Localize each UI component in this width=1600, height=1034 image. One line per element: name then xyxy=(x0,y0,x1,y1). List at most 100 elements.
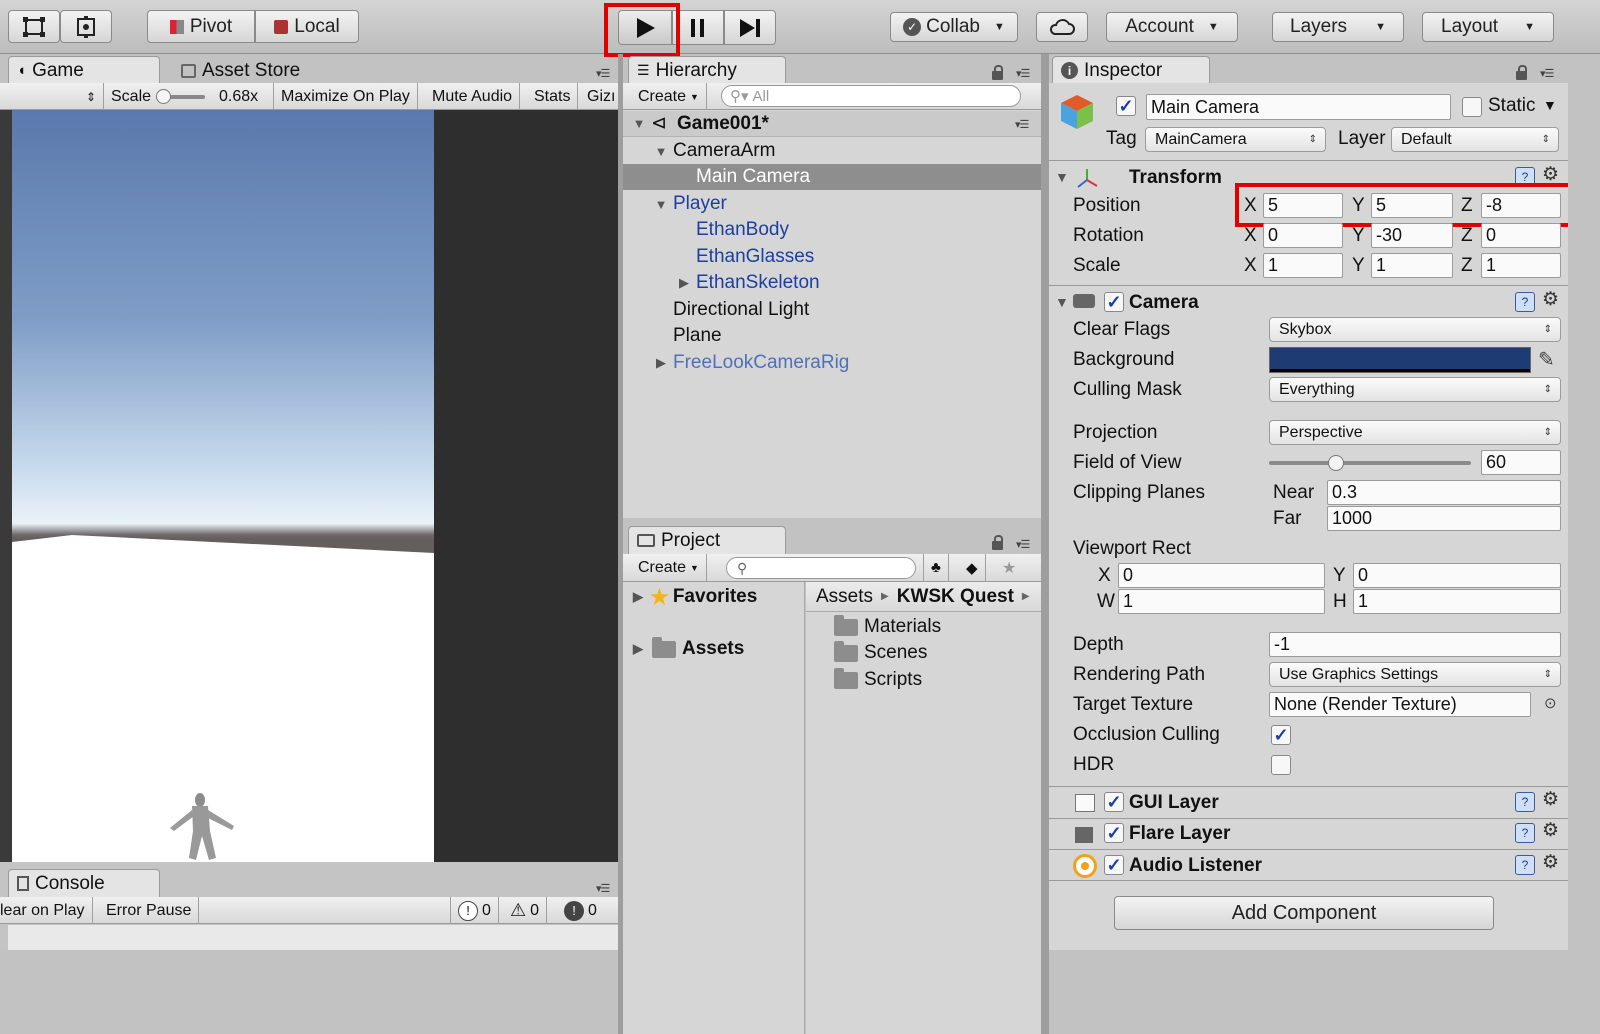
panel-menu-icon[interactable]: ▾☰ xyxy=(596,67,610,80)
audio-listener-header[interactable]: ✓ Audio Listener ? ⚙ xyxy=(1049,851,1568,881)
folder-item-scenes[interactable]: Scenes xyxy=(834,640,1034,666)
panel-menu-icon[interactable]: ▾☰ xyxy=(1016,67,1030,80)
rotation-z-field[interactable]: 0 xyxy=(1481,223,1561,248)
hierarchy-search-input[interactable]: ⚲▾ All xyxy=(721,85,1021,107)
stats-toggle[interactable]: Stats xyxy=(527,83,579,110)
scene-menu-icon[interactable]: ▾☰ xyxy=(1015,118,1029,131)
scale-slider[interactable] xyxy=(156,88,206,104)
filter-by-label-button[interactable]: ◆ xyxy=(959,554,986,581)
gear-icon[interactable]: ⚙ xyxy=(1542,788,1559,811)
add-component-button[interactable]: Add Component xyxy=(1114,896,1494,930)
folder-item-materials[interactable]: Materials xyxy=(834,614,1034,640)
scale-slider-group[interactable]: Scale 0.68x xyxy=(104,83,274,110)
expand-triangle-icon[interactable]: ▼ xyxy=(631,116,647,131)
viewport-w-field[interactable]: 1 xyxy=(1118,589,1325,614)
project-assets-row[interactable]: ▶ Assets xyxy=(630,636,800,662)
expand-triangle-icon[interactable]: ▶ xyxy=(653,355,669,371)
gear-icon[interactable]: ⚙ xyxy=(1542,819,1559,842)
fov-slider-track[interactable] xyxy=(1269,461,1471,465)
scale-z-field[interactable]: 1 xyxy=(1481,253,1561,278)
background-color-field[interactable] xyxy=(1269,347,1531,373)
gear-icon[interactable]: ⚙ xyxy=(1542,851,1559,874)
tab-console[interactable]: Console xyxy=(8,869,160,897)
static-checkbox[interactable] xyxy=(1462,97,1482,117)
help-icon[interactable]: ? xyxy=(1515,855,1535,875)
gizmos-toggle[interactable]: Gizı xyxy=(580,83,622,110)
step-button[interactable] xyxy=(724,10,776,45)
pivot-button[interactable]: Pivot xyxy=(147,10,255,43)
hierarchy-item-ethanglasses[interactable]: EthanGlasses xyxy=(623,244,1041,270)
local-button[interactable]: Local xyxy=(255,10,359,43)
help-icon[interactable]: ? xyxy=(1515,823,1535,843)
favorites-star-button[interactable]: ★ xyxy=(995,554,1023,581)
projection-dropdown[interactable]: Perspective ⇕ xyxy=(1269,420,1561,445)
expand-triangle-icon[interactable]: ▼ xyxy=(653,144,669,159)
hierarchy-create-dropdown[interactable]: Create ▼ xyxy=(631,83,707,110)
collapse-triangle-icon[interactable]: ▼ xyxy=(1055,169,1069,185)
fov-field[interactable]: 60 xyxy=(1481,450,1561,475)
viewport-y-field[interactable]: 0 xyxy=(1353,563,1561,588)
scene-row[interactable]: ▼ ⊲ Game001* ▾☰ xyxy=(623,111,1041,137)
gear-icon[interactable]: ⚙ xyxy=(1542,288,1559,311)
hierarchy-item-plane[interactable]: Plane xyxy=(623,323,1041,349)
breadcrumb-current[interactable]: KWSK Quest xyxy=(897,586,1014,608)
hierarchy-item-player[interactable]: ▼ Player xyxy=(623,191,1041,217)
culling-mask-dropdown[interactable]: Everything ⇕ xyxy=(1269,377,1561,402)
tab-project[interactable]: Project xyxy=(628,526,786,554)
panel-menu-icon[interactable]: ▾☰ xyxy=(1016,538,1030,551)
scale-y-field[interactable]: 1 xyxy=(1371,253,1453,278)
panel-menu-icon[interactable]: ▾☰ xyxy=(596,882,610,895)
viewport-h-field[interactable]: 1 xyxy=(1353,589,1561,614)
camera-header[interactable]: ▼ ✓ Camera ? ⚙ xyxy=(1049,288,1568,318)
folder-item-scripts[interactable]: Scripts xyxy=(834,667,1034,693)
rotation-y-field[interactable]: -30 xyxy=(1371,223,1453,248)
account-dropdown[interactable]: Account ▼ xyxy=(1106,12,1238,42)
hierarchy-item-ethanskeleton[interactable]: ▶ EthanSkeleton xyxy=(623,270,1041,296)
expand-triangle-icon[interactable]: ▼ xyxy=(653,197,669,212)
gameobject-name-field[interactable]: Main Camera xyxy=(1146,94,1451,120)
gameobject-active-checkbox[interactable]: ✓ xyxy=(1116,96,1136,116)
occlusion-culling-checkbox[interactable]: ✓ xyxy=(1271,725,1291,745)
panel-divider[interactable] xyxy=(1041,54,1049,1034)
mute-audio-toggle[interactable]: Mute Audio xyxy=(425,83,521,110)
maximize-on-play-toggle[interactable]: Maximize On Play xyxy=(274,83,418,110)
object-picker-icon[interactable]: ⊙ xyxy=(1544,694,1557,712)
help-icon[interactable]: ? xyxy=(1515,292,1535,312)
clear-on-play-toggle[interactable]: lear on Play xyxy=(0,897,93,924)
lock-icon[interactable] xyxy=(992,65,1003,80)
tag-dropdown[interactable]: MainCamera ⇕ xyxy=(1145,127,1326,152)
rect-tool-button[interactable] xyxy=(8,10,60,43)
target-texture-field[interactable]: None (Render Texture) xyxy=(1269,692,1531,717)
lock-icon[interactable] xyxy=(992,535,1003,550)
hierarchy-item-ethanbody[interactable]: EthanBody xyxy=(623,217,1041,243)
tab-inspector[interactable]: i Inspector xyxy=(1052,56,1210,84)
gui-layer-enabled-checkbox[interactable]: ✓ xyxy=(1104,792,1124,812)
rotation-x-field[interactable]: 0 xyxy=(1263,223,1343,248)
display-dropdown[interactable]: ⇕ xyxy=(0,83,104,110)
expand-triangle-icon[interactable]: ▶ xyxy=(630,641,646,657)
flare-layer-header[interactable]: ✓ Flare Layer ? ⚙ xyxy=(1049,819,1568,849)
tab-hierarchy[interactable]: ☰ Hierarchy xyxy=(628,56,786,84)
static-dropdown-arrow[interactable]: ▼ xyxy=(1543,97,1557,113)
hierarchy-item-directional-light[interactable]: Directional Light xyxy=(623,297,1041,323)
lock-icon[interactable] xyxy=(1516,65,1527,80)
viewport-x-field[interactable]: 0 xyxy=(1118,563,1325,588)
console-log-area[interactable] xyxy=(8,925,618,950)
cloud-button[interactable] xyxy=(1036,12,1088,42)
layer-dropdown[interactable]: Default ⇕ xyxy=(1391,127,1559,152)
scale-slider-thumb[interactable] xyxy=(156,88,172,104)
far-field[interactable]: 1000 xyxy=(1327,506,1561,531)
hierarchy-item-cameraarm[interactable]: ▼ CameraArm xyxy=(623,138,1041,164)
collab-button[interactable]: ✓ Collab ▼ xyxy=(890,12,1018,42)
transform-tool-button[interactable] xyxy=(60,10,112,43)
hierarchy-item-freelookcamerarig[interactable]: ▶ FreeLookCameraRig xyxy=(623,350,1041,376)
rendering-path-dropdown[interactable]: Use Graphics Settings ⇕ xyxy=(1269,662,1561,687)
error-filter[interactable]: ! 0 xyxy=(557,897,604,924)
filter-by-type-button[interactable]: ♣ xyxy=(923,554,949,581)
error-pause-toggle[interactable]: Error Pause xyxy=(99,897,200,924)
breadcrumb-assets[interactable]: Assets xyxy=(816,586,873,608)
fov-slider-thumb[interactable] xyxy=(1327,455,1344,471)
expand-triangle-icon[interactable]: ▶ xyxy=(676,275,692,291)
project-search-input[interactable]: ⚲ xyxy=(726,557,916,579)
near-field[interactable]: 0.3 xyxy=(1327,480,1561,505)
